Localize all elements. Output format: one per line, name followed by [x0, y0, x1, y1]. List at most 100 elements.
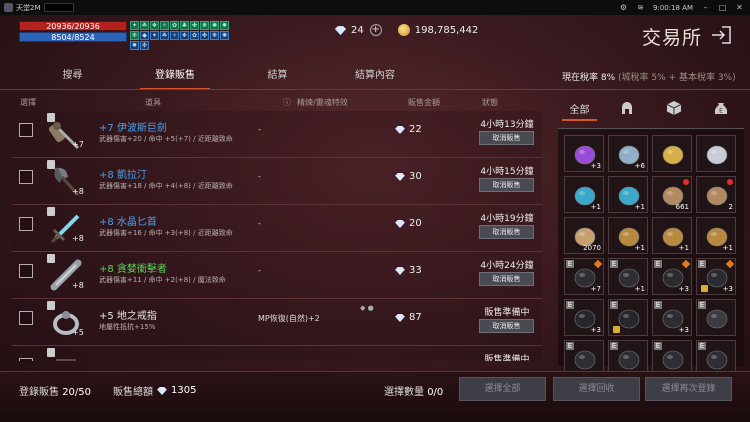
row-checkbox[interactable] — [19, 123, 33, 137]
gear-icon[interactable]: ⚙ — [619, 3, 628, 12]
table-row[interactable]: +8 +8 貪婪衝擊者 武器傷害+11 / 命中 +2(+8) / 魔法致命 -… — [12, 252, 542, 299]
row-checkbox[interactable] — [19, 217, 33, 231]
diamond-icon — [395, 313, 405, 322]
table-row[interactable]: +8 +8 水晶匕首 武器傷害+16 / 命中 +3(+8) / 近距離致命 -… — [12, 205, 542, 252]
item-status: 4小時15分鐘 — [480, 167, 534, 177]
buff-icon[interactable]: ✧ — [170, 31, 179, 40]
inv-tab-all[interactable]: 全部 — [556, 97, 603, 121]
status-bars: 20936/20936 8504/8524 — [19, 21, 127, 42]
inventory-slot[interactable] — [652, 135, 692, 172]
item-price: 22 — [395, 124, 422, 135]
inventory-slot[interactable]: E +3 — [652, 299, 692, 336]
item-status: 販售準備中 — [484, 355, 530, 361]
inventory-slot[interactable]: +1 — [652, 217, 692, 254]
buff-icon[interactable]: ✺ — [210, 21, 219, 30]
buff-icon[interactable]: ❖ — [150, 21, 159, 30]
inventory-slot[interactable]: E — [696, 299, 736, 336]
tab-settlement[interactable]: 結算 — [235, 66, 320, 90]
inventory-slot[interactable]: E +3 — [652, 258, 692, 295]
buff-icon[interactable]: ❖ — [180, 31, 189, 40]
main-tabs: 搜尋 登錄販售 結算 結算內容 — [30, 66, 430, 90]
buff-icon[interactable]: ✿ — [190, 31, 199, 40]
helmet-icon[interactable] — [603, 97, 650, 119]
buff-icon[interactable]: ✹ — [130, 41, 139, 50]
inventory-slot[interactable]: +1 — [608, 217, 648, 254]
slot-count: +1 — [634, 244, 645, 252]
tab-register-sale[interactable]: 登錄販售 — [115, 66, 235, 90]
ring-silver-icon — [706, 145, 728, 165]
box-icon[interactable] — [650, 97, 697, 119]
table-row[interactable]: +8 +8 凱拉汀 武器傷害+18 / 命中 +4(+8) / 近距離致命 - … — [12, 158, 542, 205]
buff-icon[interactable]: ✦ — [150, 31, 159, 40]
page-title: 交易所 — [641, 27, 702, 49]
item-icon — [48, 351, 84, 361]
inventory-slot[interactable]: +1 — [564, 176, 604, 213]
buff-icon[interactable]: ☘ — [140, 21, 149, 30]
cancel-sale-button[interactable]: 取消販售 — [479, 272, 534, 286]
item-status: 4小時24分鐘 — [480, 261, 534, 271]
bag-icon[interactable]: E — [697, 97, 744, 119]
slot-count: +1 — [634, 203, 645, 211]
cancel-sale-button[interactable]: 取消販售 — [479, 178, 534, 192]
buff-icon[interactable]: ✦ — [130, 21, 139, 30]
buff-icon[interactable]: ✹ — [220, 21, 229, 30]
inventory-slot[interactable] — [696, 135, 736, 172]
table-row[interactable]: 販售準備中 — [12, 346, 542, 361]
inventory-slot[interactable]: E — [608, 299, 648, 336]
row-checkbox[interactable] — [19, 170, 33, 184]
ring-gold-icon — [662, 145, 684, 165]
table-row[interactable]: +7 +7 伊波斯巨劍 武器傷害+20 / 命中 +5(+7) / 近距離致命 … — [12, 111, 542, 158]
inventory-slot[interactable]: +1 — [696, 217, 736, 254]
inventory-slot[interactable]: E +3 — [696, 258, 736, 295]
add-diamond-button[interactable]: + — [369, 24, 382, 36]
item-desc: 武器傷害+20 / 命中 +5(+7) / 近距離致命 — [99, 135, 233, 143]
buff-icon[interactable]: ❋ — [210, 31, 219, 40]
select-all-button[interactable]: 選擇全部 — [459, 377, 546, 401]
inventory-slot[interactable]: +1 — [608, 176, 648, 213]
minimize-icon[interactable]: – — [701, 3, 710, 12]
tab-search[interactable]: 搜尋 — [30, 66, 115, 90]
buff-icon[interactable]: ❉ — [140, 41, 149, 50]
inventory-slot[interactable]: +6 — [608, 135, 648, 172]
row-checkbox[interactable] — [19, 358, 33, 361]
inventory-slot[interactable]: 2 — [696, 176, 736, 213]
item-price: 33 — [395, 265, 422, 276]
buff-icon[interactable]: ✺ — [220, 31, 229, 40]
table-row[interactable]: +5 +5 地之戒指 地屬性抵抗+15% MP恢復(自然)+2 87 販售準備中… — [12, 299, 542, 346]
item-price: 87 — [395, 312, 422, 323]
select-recall-button[interactable]: 選擇回收 — [553, 377, 640, 401]
buff-icon[interactable]: ◆ — [140, 31, 149, 40]
buff-icon[interactable]: ♣ — [180, 21, 189, 30]
slot-count: 2 — [728, 203, 733, 211]
inventory-slot[interactable]: 2070 — [564, 217, 604, 254]
cancel-sale-button[interactable]: 取消販售 — [479, 225, 534, 239]
col-price: 販售金額 — [408, 98, 440, 107]
inventory-slot[interactable]: E +3 — [564, 299, 604, 336]
row-checkbox[interactable] — [19, 311, 33, 325]
buff-icon[interactable]: ✤ — [190, 21, 199, 30]
armor-dark-icon — [662, 350, 684, 370]
buff-icon[interactable]: ✿ — [170, 21, 179, 30]
row-checkbox[interactable] — [19, 264, 33, 278]
close-icon[interactable]: ✕ — [735, 3, 744, 12]
cancel-sale-button[interactable]: 取消販售 — [479, 131, 534, 145]
tab-settlement-details[interactable]: 結算內容 — [320, 66, 430, 90]
buff-icon[interactable]: ✤ — [200, 31, 209, 40]
inventory-slot[interactable]: E +1 — [608, 258, 648, 295]
maximize-icon[interactable]: □ — [718, 3, 727, 12]
helm-plain-icon — [706, 309, 728, 329]
relist-button[interactable]: 選擇再次登錄 — [645, 377, 732, 401]
tax-value: 8% — [600, 73, 616, 83]
inventory-slot[interactable]: 661 — [652, 176, 692, 213]
buff-icon[interactable]: ❉ — [130, 31, 139, 40]
buff-icon[interactable]: ❋ — [200, 21, 209, 30]
slot-count: +6 — [634, 162, 645, 170]
buff-icon[interactable]: ☘ — [160, 31, 169, 40]
inventory-slot[interactable]: E +7 — [564, 258, 604, 295]
buff-icon[interactable]: ✧ — [160, 21, 169, 30]
exit-icon[interactable] — [710, 25, 732, 45]
cancel-sale-button[interactable]: 取消販售 — [479, 319, 534, 333]
inventory-slot[interactable]: +3 — [564, 135, 604, 172]
diamond-icon — [157, 386, 167, 395]
title-bar: 天堂2M ⚙ ≋ 9:00:18 AM – □ ✕ — [0, 0, 750, 15]
